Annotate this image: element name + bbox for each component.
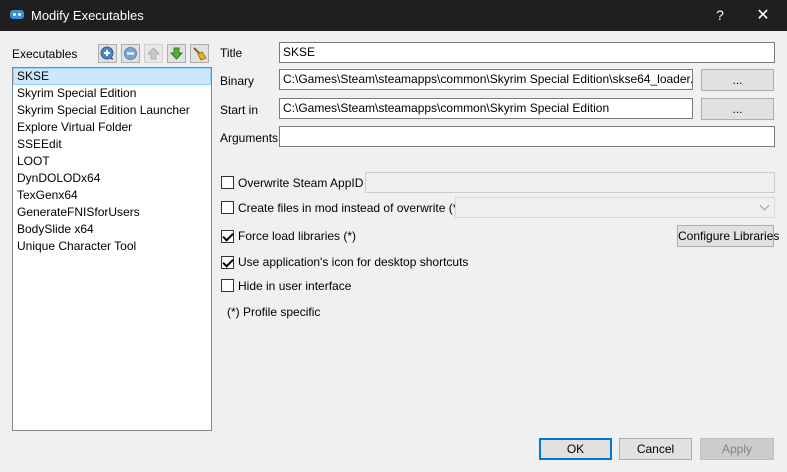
list-item[interactable]: SKSE (13, 68, 211, 85)
app-icon (10, 10, 24, 19)
list-item[interactable]: Skyrim Special Edition Launcher (13, 102, 211, 119)
hide-label: Hide in user interface (238, 279, 352, 293)
executables-list[interactable]: SKSE Skyrim Special Edition Skyrim Speci… (12, 67, 212, 431)
create-files-label: Create files in mod instead of overwrite… (238, 201, 462, 215)
chevron-down-icon (759, 200, 770, 211)
arrow-up-icon (147, 47, 160, 60)
binary-field[interactable]: C:\Games\Steam\steamapps\common\Skyrim S… (279, 69, 693, 90)
broom-icon (193, 47, 207, 61)
title-bar: Modify Executables ? ✕ (0, 0, 787, 31)
browse-start-in-button[interactable]: ... (701, 98, 774, 120)
list-item[interactable]: Unique Character Tool (13, 238, 211, 255)
profile-specific-note: (*) Profile specific (227, 305, 321, 319)
title-field[interactable]: SKSE (279, 42, 775, 63)
cancel-button[interactable]: Cancel (619, 438, 692, 460)
binary-label: Binary (220, 74, 255, 88)
arguments-label: Arguments (220, 131, 279, 145)
hide-checkbox[interactable] (221, 279, 234, 292)
move-down-button[interactable] (167, 44, 186, 63)
list-item[interactable]: GenerateFNISforUsers (13, 204, 211, 221)
ok-button[interactable]: OK (539, 438, 612, 460)
remove-executable-button[interactable] (121, 44, 140, 63)
window-title: Modify Executables (31, 8, 144, 23)
force-load-checkbox[interactable] (221, 230, 234, 243)
mod-select (455, 197, 775, 218)
use-icon-checkbox[interactable] (221, 256, 234, 269)
close-button[interactable]: ✕ (748, 0, 778, 31)
arguments-field[interactable] (279, 126, 775, 147)
help-button[interactable]: ? (708, 0, 732, 31)
list-item[interactable]: Skyrim Special Edition (13, 85, 211, 102)
list-item[interactable]: DynDOLODx64 (13, 170, 211, 187)
executables-label: Executables (12, 47, 78, 61)
plus-icon (100, 46, 114, 60)
apply-button[interactable]: Apply (700, 438, 774, 460)
list-item[interactable]: SSEEdit (13, 136, 211, 153)
start-in-field[interactable]: C:\Games\Steam\steamapps\common\Skyrim S… (279, 98, 693, 119)
use-icon-label: Use application's icon for desktop short… (238, 255, 469, 269)
move-up-button[interactable] (144, 44, 163, 63)
add-executable-button[interactable] (98, 44, 117, 63)
configure-libraries-button[interactable]: Configure Libraries (677, 225, 779, 247)
clean-up-button[interactable] (190, 44, 209, 63)
create-files-checkbox[interactable] (221, 201, 234, 214)
start-in-label: Start in (220, 103, 259, 117)
list-item[interactable]: BodySlide x64 (13, 221, 211, 238)
overwrite-appid-label: Overwrite Steam AppID (238, 176, 364, 190)
browse-binary-button[interactable]: ... (701, 69, 774, 91)
minus-icon (124, 47, 137, 60)
list-item[interactable]: Explore Virtual Folder (13, 119, 211, 136)
steam-appid-field (365, 172, 775, 193)
list-item[interactable]: LOOT (13, 153, 211, 170)
overwrite-appid-checkbox[interactable] (221, 176, 234, 189)
arrow-down-icon (170, 47, 183, 60)
force-load-label: Force load libraries (*) (238, 229, 357, 243)
modify-executables-dialog: Modify Executables ? ✕ Executables SKSE … (0, 0, 787, 472)
list-item[interactable]: TexGenx64 (13, 187, 211, 204)
title-label: Title (220, 46, 243, 60)
